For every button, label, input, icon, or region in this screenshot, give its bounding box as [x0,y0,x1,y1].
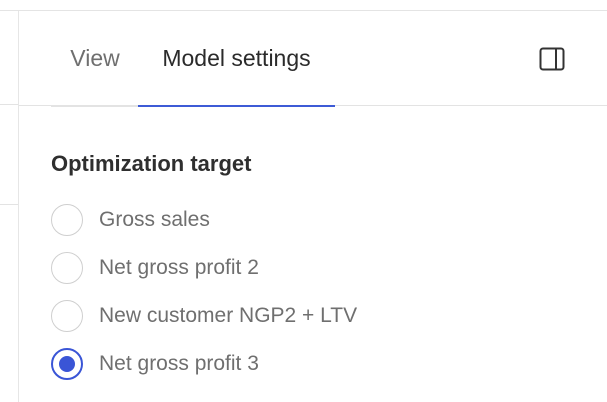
settings-panel: View Model settings Optimization target … [19,11,607,402]
radio-label: New customer NGP2 + LTV [99,304,358,327]
radio-option-gross-sales[interactable]: Gross sales [51,203,411,237]
divider [0,104,18,105]
adjacent-panel-edge [0,11,19,402]
panel-toggle-button[interactable] [539,47,565,71]
radio-button-selected[interactable] [51,348,83,380]
radio-button[interactable] [51,204,83,236]
divider [0,204,18,205]
radio-label: Gross sales [99,208,210,231]
radio-button[interactable] [51,252,83,284]
radio-selected-dot [59,356,75,372]
radio-label: Net gross profit 2 [99,256,259,279]
radio-option-net-gross-profit-3[interactable]: Net gross profit 3 [51,347,411,381]
tab-model-settings[interactable]: Model settings [138,11,335,107]
settings-window: View Model settings Optimization target … [0,0,607,402]
radio-button[interactable] [51,300,83,332]
sidebar-toggle-icon [539,47,565,71]
radio-label: Net gross profit 3 [99,352,259,375]
section-title-optimization-target: Optimization target [51,151,252,176]
tab-view[interactable]: View [51,11,139,107]
tab-bar: View Model settings [19,11,607,107]
radio-option-new-customer-ngp2-ltv[interactable]: New customer NGP2 + LTV [51,299,411,333]
radio-option-net-gross-profit-2[interactable]: Net gross profit 2 [51,251,411,285]
